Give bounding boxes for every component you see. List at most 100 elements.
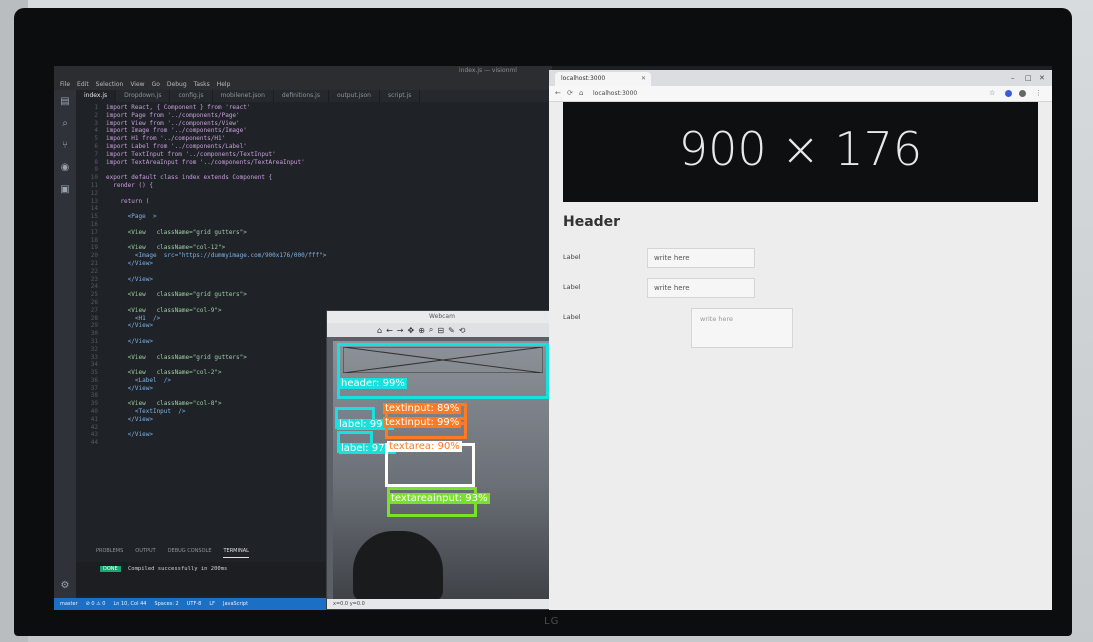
line-number: 1 <box>94 104 98 111</box>
line-number: 6 <box>94 142 98 150</box>
toolbar-tool-icon[interactable]: → <box>397 326 404 335</box>
close-tab-icon[interactable]: ✕ <box>641 75 646 82</box>
debug-icon[interactable]: ◉ <box>59 162 71 174</box>
editor-tab[interactable]: config.js <box>170 90 213 102</box>
text-input-2[interactable]: write here <box>647 278 755 298</box>
code-text: return ( <box>106 197 150 205</box>
menu-item-debug[interactable]: Debug <box>167 81 187 88</box>
menu-item-tasks[interactable]: Tasks <box>194 81 210 88</box>
line-number: 38 <box>90 392 98 400</box>
line-number: 11 <box>90 181 98 189</box>
textinput-box-2-label: textinput: 99% <box>383 417 462 428</box>
code-line: 22 <box>76 268 546 276</box>
line-number: 20 <box>90 252 98 260</box>
activity-bar: ▤ ⌕ ⑂ ◉ ▣ ⚙ <box>54 90 76 610</box>
code-text: import H1 from '../components/H1' <box>106 135 226 143</box>
settings-gear-icon[interactable]: ⚙ <box>59 580 71 592</box>
monitor-brand-logo: LG <box>544 616 560 627</box>
code-text: export default class index extends Compo… <box>106 174 273 182</box>
menu-item-help[interactable]: Help <box>217 81 231 88</box>
code-text: </View> <box>106 384 153 392</box>
account-icon[interactable] <box>1019 90 1026 97</box>
source-control-icon[interactable]: ⑂ <box>59 140 71 152</box>
line-number: 39 <box>90 400 98 408</box>
code-text: </View> <box>106 275 153 283</box>
text-input-1[interactable]: write here <box>647 248 755 268</box>
line-number: 31 <box>90 337 98 345</box>
menu-item-go[interactable]: Go <box>152 81 160 88</box>
photo-scene: index.js — visionml File Edit Selection Vie… <box>0 0 1093 642</box>
editor-tab[interactable]: Dropdown.js <box>116 90 171 102</box>
code-text: <View className="col-9"> <box>106 306 222 314</box>
panel-tab-terminal[interactable]: TERMINAL <box>223 548 249 558</box>
menu-item-selection[interactable]: Selection <box>96 81 124 88</box>
toolbar-tool-icon[interactable]: ⌕ <box>429 325 433 335</box>
toolbar-tool-icon[interactable]: ✥ <box>407 326 414 335</box>
code-text: <Image src="https://dummyimage.com/900x1… <box>106 252 327 260</box>
terminal-output: Compiled successfully in 200ms <box>128 566 228 572</box>
home-icon[interactable]: ⌂ <box>579 89 583 97</box>
rendered-page: 900 × 176 Header Label write here Label … <box>549 102 1052 610</box>
editor-tab[interactable]: definitions.js <box>274 90 329 102</box>
status-item[interactable]: JavaScript <box>223 601 248 607</box>
back-icon[interactable]: ← <box>555 89 561 97</box>
toolbar-tool-icon[interactable]: ⟲ <box>459 326 466 335</box>
form-row-2: Label write here <box>563 278 863 300</box>
line-number: 26 <box>90 298 98 306</box>
close-window-icon[interactable]: ✕ <box>1039 74 1045 82</box>
editor-tab-strip: index.js Dropdown.js config.js mobilenet.js… <box>76 90 552 102</box>
menu-item-view[interactable]: View <box>130 81 144 88</box>
webcam-frame: header: 99% label: 99% textinput: 89% texti… <box>333 341 551 601</box>
textarea-box-label: textarea: 90% <box>387 441 462 452</box>
textarea-input[interactable]: write here <box>691 308 793 348</box>
status-item[interactable]: LF <box>209 601 215 607</box>
menu-dots-icon[interactable]: ⋮ <box>1035 89 1042 97</box>
code-line: 24 <box>76 283 546 291</box>
browser-address-bar: ← ⟳ ⌂ localhost:3000 ☆ ⋮ <box>549 86 1052 102</box>
code-text: </View> <box>106 322 153 330</box>
code-line: 4 import Image from '../components/Image' <box>76 127 546 135</box>
toolbar-tool-icon[interactable]: ⌂ <box>377 326 382 335</box>
reload-icon[interactable]: ⟳ <box>567 89 573 97</box>
editor-tab[interactable]: output.json <box>329 90 380 102</box>
status-item[interactable]: UTF-8 <box>187 601 202 607</box>
url-field[interactable]: localhost:3000 <box>593 89 973 99</box>
toolbar-tool-icon[interactable]: ⊕ <box>418 326 425 335</box>
hand-shadow <box>353 531 443 601</box>
code-line: 14 <box>76 205 546 213</box>
maximize-icon[interactable]: □ <box>1025 74 1032 82</box>
placeholder-image-text: 900 × 176 <box>678 122 923 176</box>
status-item[interactable]: Spaces: 2 <box>154 601 178 607</box>
code-line: 18 <box>76 237 546 245</box>
detection-window: Webcam ⌂ ← → ✥ ⊕ ⌕ ⊟ ✎ ⟲ header: 99% label: 99% te… <box>326 310 557 610</box>
line-number: 23 <box>90 275 98 283</box>
panel-tab-debug-console[interactable]: DEBUG CONSOLE <box>168 548 212 558</box>
editor-tab[interactable]: mobilenet.json <box>213 90 274 102</box>
bookmark-star-icon[interactable]: ☆ <box>989 89 995 97</box>
form-row-1: Label write here <box>563 248 863 270</box>
code-line: 25 <View className="grid gutters"> <box>76 291 546 299</box>
line-number: 22 <box>90 267 98 275</box>
toolbar-tool-icon[interactable]: ⊟ <box>437 326 444 335</box>
menu-item-file[interactable]: File <box>60 81 70 88</box>
menu-item-edit[interactable]: Edit <box>77 81 89 88</box>
status-item[interactable]: Ln 10, Col 44 <box>113 601 146 607</box>
files-icon[interactable]: ▤ <box>59 96 71 108</box>
toolbar-tool-icon[interactable]: ← <box>386 326 393 335</box>
panel-tab-output[interactable]: OUTPUT <box>135 548 155 558</box>
panel-tab-problems[interactable]: PROBLEMS <box>96 548 123 558</box>
code-text: </View> <box>106 415 153 423</box>
browser-tab[interactable]: localhost:3000 ✕ <box>555 72 651 86</box>
code-line: 2 import Page from '../components/Page' <box>76 112 546 120</box>
editor-tab[interactable]: index.js <box>76 90 117 102</box>
status-item[interactable]: ⊘ 0 ⚠ 0 <box>86 601 106 607</box>
minimize-icon[interactable]: – <box>1011 74 1015 82</box>
toolbar-tool-icon[interactable]: ✎ <box>448 326 455 335</box>
search-icon[interactable]: ⌕ <box>59 118 71 130</box>
extension-icon[interactable] <box>1005 90 1012 97</box>
editor-tab[interactable]: script.js <box>380 90 421 102</box>
status-item[interactable]: master <box>60 601 78 607</box>
line-number: 16 <box>90 220 98 228</box>
extensions-icon[interactable]: ▣ <box>59 184 71 196</box>
line-number: 3 <box>94 119 98 127</box>
